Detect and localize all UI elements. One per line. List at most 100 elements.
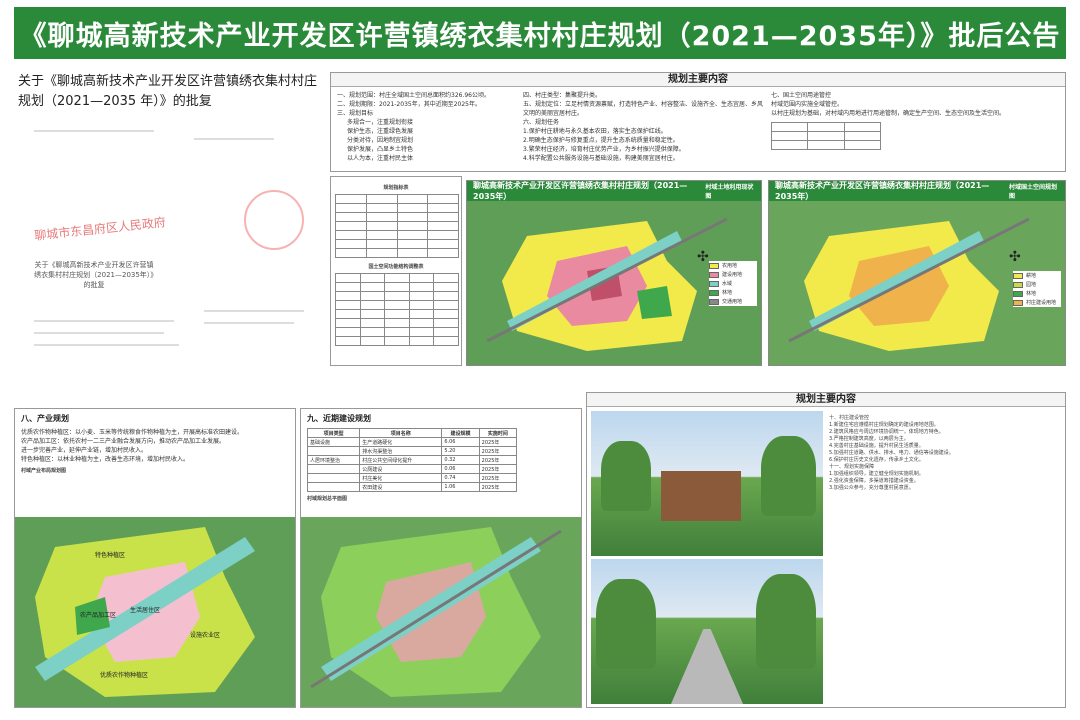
content-line: 2.明确生态保护与修复重点，提升生态系统质量和稳定性。 [523,137,679,144]
content-line: 保护发展，凸显乡土特色 [347,146,414,153]
industry-map-graphic: 特色种植区 农产品加工区 生活居住区 优质农作物种植区 设施农业区 [15,517,295,707]
note-line: 5.加强村庄道路、供水、排水、电力、通信等设施建设。 [829,450,954,456]
approval-document: 关于《聊城高新技术产业开发区许营镇绣衣集村村庄规划（2021—2035 年）》的… [14,70,326,360]
note-line: 3.加强公众参与，充分尊重村民意愿。 [829,485,914,491]
svg-text:✣: ✣ [1009,249,1021,265]
near-term-table: 项目类型 项目名称 建设规模 实施时间 基础设施 生产道路硬化 6.06 2025年 … [306,428,518,492]
zone-label: 设施农业区 [190,631,220,639]
map-title-band: 聊城高新技术产业开发区许营镇绣衣集村村庄规划（2021—2035年） 村域土地利… [467,181,761,201]
doc-text-line [34,320,174,322]
main-content-panel: 规划主要内容 一、规划范围：村庄全域国土空间总面积约326.96公顷。 二、规划… [330,72,1066,172]
doc-text-line [194,138,274,140]
legend-label: 水域 [722,281,733,287]
table-header: 项目名称 [359,428,443,438]
zone-label: 生活居住区 [130,606,160,614]
content-line: 一、规划范围：村庄全域国土空间总面积约326.96公顷。 [337,92,490,99]
official-seal [244,190,304,250]
doc-text-line [204,310,304,312]
legend-label: 林地 [722,290,733,296]
table-row: 排水沟渠整治 5.20 2025年 [306,446,518,456]
content-line: 多规合一，注重规划衔接 [347,119,414,126]
note-line: 3.严格控制建筑高度，以两层为主。 [829,436,909,442]
content-line: 4.科学配置公共服务设施与基础设施，构建美丽宜居村庄。 [523,155,679,162]
industry-line: 特色种植区：以林业种植为主，改善生态环境，增加村民收入。 [21,456,190,463]
map-body: ✣ 耕地 园地 林地 村庄建设用地 [769,201,1065,365]
svg-text:✣: ✣ [697,249,709,265]
map-title-band: 聊城高新技术产业开发区许营镇绣衣集村村庄规划（2021—2035年） 村域国土空… [769,181,1065,201]
note-line: 十一、规划实施保障 [829,464,875,470]
street-rendering [591,559,823,704]
content-column-3: 七、国土空间用途管控 村域范围内实施全域管控。 以村庄规划为基础，对村域内用地进… [770,91,1061,150]
map-body: ✣ 农用地 建设用地 水域 林地 交通用地 [467,201,761,365]
map-title: 聊城高新技术产业开发区许营镇绣衣集村村庄规划（2021—2035年） [775,181,990,201]
note-line: 4.完善村庄基础设施，提升村民生活质量。 [829,443,924,449]
note-line: 6.保护村庄历史文化遗存，传承乡土文化。 [829,457,924,463]
structure-table-title: 国土空间功能结构调整表 [368,264,424,270]
table-row: 村庄美化 0.74 2025年 [306,473,518,483]
content-column-1: 一、规划范围：村庄全域国土空间总面积约326.96公顷。 二、规划期限：2021… [337,91,515,163]
map-subtitle: 村域国土空间规划图 [1008,184,1057,200]
content-line: 村域范围内实施全域管控。 [771,101,844,108]
renderings-notes: 十、村庄建设管控 1.新建住宅应遵循村庄规划确定的建设用地范围。 2.建筑风格应… [829,415,1061,492]
note-line: 1.新建住宅应遵循村庄规划确定的建设用地范围。 [829,422,939,428]
indicator-table-title: 规划指标表 [383,185,409,191]
header-band: 《聊城高新技术产业开发区许营镇绣衣集村村庄规划（2021—2035年）》批后公告 [14,7,1066,59]
industry-line: 农产品加工区：依托农村一二三产业融合发展方向，推动农产品加工业发展。 [21,438,226,445]
table-row: 农田建设 1.06 2025年 [306,482,518,492]
content-line: 三、规划目标 [337,110,374,117]
industry-line: 进一步完善产业，延伸产业链，增加村民收入。 [21,447,148,454]
note-line: 2.强化资金保障，多渠道筹措建设资金。 [829,478,919,484]
content-line: 五、规划定位：立足村情资源禀赋，打造特色产业、村容整洁、设施齐全、生态宜居、乡风… [523,101,764,117]
content-line: 1.保护村庄耕地与永久基本农田，落实生态保护红线。 [523,128,667,135]
industry-section-title: 八、产业规划 [21,414,69,423]
zone-label: 优质农作物种植区 [100,671,148,679]
approval-heading: 关于《聊城高新技术产业开发区许营镇绣衣集村村庄规划（2021—2035 年）》的… [18,74,318,109]
legend-label: 建设用地 [722,272,743,278]
industry-line: 优质农作物种植区：以小麦、玉米等传统粮食作物种植为主，开展高标准农田建设。 [21,429,244,436]
table-row: 基础设施 生产道路硬化 6.06 2025年 [306,437,518,447]
master-plan-graphic [301,517,581,707]
indicator-tables: 规划指标表 国土空间功能结构调整表 [330,176,462,366]
map-subtitle: 村域土地利用现状图 [705,184,754,200]
content-line: 七、国土空间用途管控 [771,92,832,99]
page-title: 《聊城高新技术产业开发区许营镇绣衣集村村庄规划（2021—2035年）》批后公告 [19,20,1061,52]
renderings-title: 规划主要内容 [587,393,1065,407]
zone-label: 农产品加工区 [80,611,116,619]
note-line: 2.建筑风格应与周边环境协调统一，体现地方特色。 [829,429,944,435]
content-line: 六、规划任务 [523,119,560,126]
land-use-table [770,122,882,150]
content-line: 分类对待，因地制宜规划 [347,137,414,144]
zone-label: 特色种植区 [95,551,125,559]
table-row: 人居环境整治 村庄公共空间绿化提升 0.32 2025年 [306,455,518,465]
map-title: 聊城高新技术产业开发区许营镇绣衣集村村庄规划（2021—2035年） [473,181,688,201]
near-term-section-title: 九、近期建设规划 [307,414,371,423]
planning-map: 聊城高新技术产业开发区许营镇绣衣集村村庄规划（2021—2035年） 村域国土空… [768,180,1066,366]
table-header: 实施时间 [478,428,518,438]
main-content-title: 规划主要内容 [331,73,1065,87]
near-term-plan-panel: 九、近期建设规划 项目类型 项目名称 建设规模 实施时间 基础设施 生产道路硬化 6… [300,408,582,708]
legend-label: 园地 [1026,282,1037,288]
industry-text: 优质农作物种植区：以小麦、玉米等传统粮食作物种植为主，开展高标准农田建设。 农产… [15,428,295,464]
content-line: 以村庄规划为基础，对村域内用地进行用途管制，确定生产空间、生态空间及生活空间。 [771,110,1006,117]
content-column-2: 四、村庄类型：集聚提升类。 五、规划定位：立足村情资源禀赋，打造特色产业、村容整… [523,91,763,163]
legend-label: 林地 [1026,291,1037,297]
structure-table [335,273,459,346]
map-legend: 农用地 建设用地 水域 林地 交通用地 [709,261,757,306]
doc-text-line [34,332,164,334]
doc-text-line [34,344,179,346]
industry-map-title: 村域产业布局规划图 [21,468,67,474]
doc-text-line [34,130,154,132]
header: 《聊城高新技术产业开发区许营镇绣衣集村村庄规划（2021—2035年）》批后公告 [0,0,1080,64]
gate-rendering [591,411,823,556]
government-seal-text: 聊城市东昌府区人民政府 [33,215,167,243]
content-line: 四、村庄类型：集聚提升类。 [523,92,602,99]
legend-label: 交通用地 [722,299,743,305]
legend-label: 耕地 [1026,273,1037,279]
legend-label: 村庄建设用地 [1026,300,1057,306]
content-line: 以人为本，注重村民主体 [347,155,414,162]
table-header: 项目类型 [306,428,361,438]
content-line: 二、规划期限：2021-2035年，其中近期至2025年。 [337,101,481,108]
note-line: 十、村庄建设管控 [829,415,870,421]
note-line: 1.加强组织领导，建立健全规划实施机制。 [829,471,924,477]
current-land-use-map: 聊城高新技术产业开发区许营镇绣衣集村村庄规划（2021—2035年） 村域土地利… [466,180,762,366]
